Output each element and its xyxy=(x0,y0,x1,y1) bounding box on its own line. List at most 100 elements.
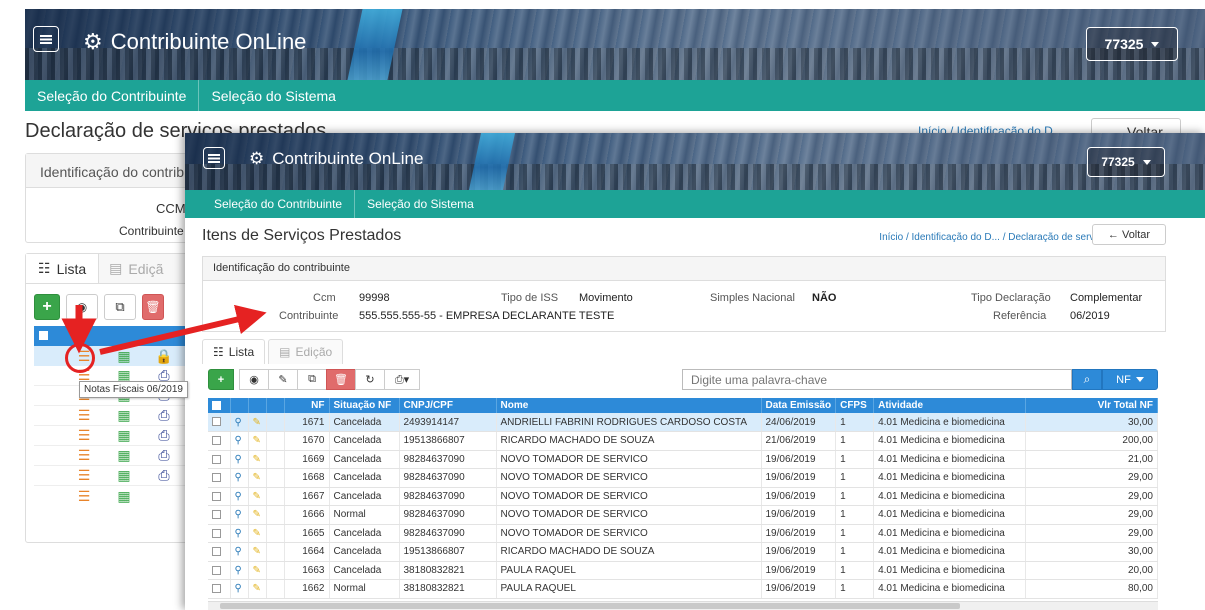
list-icon[interactable]: ☰ xyxy=(64,488,104,505)
col-situacao[interactable]: Situação NF xyxy=(329,398,400,413)
magnifier-icon[interactable]: ⚲ xyxy=(230,542,249,562)
print-button[interactable]: ⎙▾ xyxy=(384,369,420,390)
back-nav-contribuinte[interactable]: Seleção do Contribuinte xyxy=(25,80,200,111)
front-nav-sistema[interactable]: Seleção do Sistema xyxy=(355,190,486,218)
magnifier-icon[interactable]: ⚲ xyxy=(230,505,249,525)
print-icon[interactable]: ⎙ xyxy=(144,447,184,464)
magnifier-icon[interactable]: ⚲ xyxy=(230,561,249,580)
row-checkbox[interactable] xyxy=(208,524,231,543)
front-breadcrumb[interactable]: Início / Identificação do D... / Declara… xyxy=(879,232,1102,243)
table-row[interactable]: ⚲ ✎ 1664 Cancelada 19513866807 RICARDO MACHAD… xyxy=(208,542,1158,562)
simples-value: NÃO xyxy=(812,292,837,304)
back-add-button[interactable]: + xyxy=(34,294,60,320)
col-cfps[interactable]: CFPS xyxy=(835,398,875,413)
search-input[interactable] xyxy=(682,369,1072,390)
horizontal-scrollbar[interactable] xyxy=(208,601,1158,610)
grid-icon[interactable]: ▦ xyxy=(104,407,144,424)
back-tab-lista[interactable]: ☷ Lista xyxy=(26,254,100,283)
list-icon[interactable]: ☰ xyxy=(64,447,104,464)
tab-edicao[interactable]: ▤ Edição xyxy=(268,339,344,364)
nf-dropdown-button[interactable]: NF xyxy=(1102,369,1158,390)
row-checkbox[interactable] xyxy=(208,413,231,432)
col-vlr-total[interactable]: Vlr Total NF xyxy=(1025,398,1158,413)
list-icon[interactable]: ☰ xyxy=(64,407,104,424)
front-voltar-button[interactable]: ← Voltar xyxy=(1092,224,1166,245)
row-checkbox[interactable] xyxy=(208,505,231,525)
back-copy-button[interactable]: ⧉ xyxy=(104,294,136,320)
add-button[interactable]: + xyxy=(208,369,234,390)
magnifier-icon[interactable]: ⚲ xyxy=(230,431,249,451)
pencil-icon[interactable]: ✎ xyxy=(248,524,267,543)
table-row[interactable]: ⚲ ✎ 1663 Cancelada 38180832821 PAULA RAQUEL 19… xyxy=(208,561,1158,580)
search-button[interactable]: ⌕ xyxy=(1072,369,1102,390)
row-checkbox[interactable] xyxy=(208,487,231,506)
col-cnpj[interactable]: CNPJ/CPF xyxy=(399,398,497,413)
front-user-button[interactable]: 77325 xyxy=(1087,147,1165,177)
table-row[interactable]: ⚲ ✎ 1671 Cancelada 2493914147 ANDRIELLI FABRI… xyxy=(208,413,1158,432)
front-nav-contribuinte[interactable]: Seleção do Contribuinte xyxy=(201,190,356,218)
table-row[interactable]: ⚲ ✎ 1668 Cancelada 98284637090 NOVO TOMADOR D… xyxy=(208,468,1158,488)
row-checkbox[interactable] xyxy=(208,561,231,580)
grid-icon[interactable]: ▦ xyxy=(104,467,144,484)
table-row[interactable]: ⚲ ✎ 1666 Normal 98284637090 NOVO TOMADOR DE S… xyxy=(208,505,1158,525)
row-checkbox[interactable] xyxy=(208,579,231,599)
pencil-icon[interactable]: ✎ xyxy=(248,579,267,599)
pencil-icon[interactable]: ✎ xyxy=(248,431,267,451)
cell-cnpj: 38180832821 xyxy=(399,579,497,599)
row-checkbox[interactable] xyxy=(208,431,231,451)
col-nf[interactable]: NF xyxy=(284,398,330,413)
list-icon[interactable]: ☰ xyxy=(64,467,104,484)
magnifier-icon[interactable]: ⚲ xyxy=(230,487,249,506)
cell-cfps: 1 xyxy=(835,579,875,599)
back-menu-button[interactable] xyxy=(33,26,59,52)
delete-button[interactable]: 🗑 xyxy=(326,369,356,390)
magnifier-icon[interactable]: ⚲ xyxy=(230,468,249,488)
select-all-checkbox[interactable] xyxy=(208,398,231,413)
back-nav-sistema[interactable]: Seleção do Sistema xyxy=(199,80,348,111)
row-checkbox[interactable] xyxy=(208,542,231,562)
pencil-icon[interactable]: ✎ xyxy=(248,450,267,469)
magnifier-icon[interactable]: ⚲ xyxy=(230,524,249,543)
back-user-button[interactable]: 77325 xyxy=(1086,27,1178,61)
table-row[interactable]: ⚲ ✎ 1665 Cancelada 98284637090 NOVO TOMADOR D… xyxy=(208,524,1158,543)
list-icon[interactable]: ☰ xyxy=(64,427,104,444)
copy-button[interactable]: ⧉ xyxy=(297,369,327,390)
table-row[interactable]: ⚲ ✎ 1669 Cancelada 98284637090 NOVO TOMADOR D… xyxy=(208,450,1158,469)
row-checkbox[interactable] xyxy=(208,468,231,488)
print-icon[interactable]: ⎙ xyxy=(144,427,184,444)
grid-icon[interactable]: ▦ xyxy=(104,348,144,365)
pencil-icon[interactable]: ✎ xyxy=(248,561,267,580)
magnifier-icon[interactable]: ⚲ xyxy=(230,450,249,469)
cell-atividade: 4.01 Medicina e biomedicina xyxy=(873,468,1027,488)
grid-icon[interactable]: ▦ xyxy=(104,447,144,464)
pencil-icon[interactable]: ✎ xyxy=(248,542,267,562)
print-icon[interactable]: ⎙ xyxy=(144,407,184,424)
row-checkbox[interactable] xyxy=(208,450,231,469)
refresh-button[interactable]: ↻ xyxy=(355,369,385,390)
tab-lista[interactable]: ☷ Lista xyxy=(202,339,266,364)
cell-data: 19/06/2019 xyxy=(761,579,837,599)
table-row[interactable]: ⚲ ✎ 1670 Cancelada 19513866807 RICARDO MACHAD… xyxy=(208,431,1158,451)
col-atividade[interactable]: Atividade xyxy=(873,398,1027,413)
edit-button[interactable]: ✎ xyxy=(268,369,298,390)
pencil-icon[interactable]: ✎ xyxy=(248,505,267,525)
magnifier-icon[interactable]: ⚲ xyxy=(230,413,249,432)
grid-icon[interactable]: ▦ xyxy=(104,488,144,505)
pencil-icon[interactable]: ✎ xyxy=(248,413,267,432)
back-view-button[interactable]: ◉ xyxy=(66,294,98,320)
table-row[interactable]: ⚲ ✎ 1662 Normal 38180832821 PAULA RAQUEL 19/06… xyxy=(208,579,1158,599)
grid-icon[interactable]: ▦ xyxy=(104,427,144,444)
col-nome[interactable]: Nome xyxy=(496,398,762,413)
contrib-label: Contribuinte xyxy=(279,310,339,322)
table-row[interactable]: ⚲ ✎ 1667 Cancelada 98284637090 NOVO TOMADOR D… xyxy=(208,487,1158,506)
view-button[interactable]: ◉ xyxy=(239,369,269,390)
front-menu-button[interactable] xyxy=(203,147,225,169)
copy-icon: ⧉ xyxy=(308,373,316,385)
pencil-icon[interactable]: ✎ xyxy=(248,487,267,506)
col-data[interactable]: Data Emissão xyxy=(761,398,837,413)
back-tab-edicao[interactable]: ▤ Ediçã xyxy=(99,254,173,283)
back-delete-button[interactable]: 🗑 xyxy=(142,294,164,320)
print-icon[interactable]: ⎙ xyxy=(144,467,184,484)
pencil-icon[interactable]: ✎ xyxy=(248,468,267,488)
magnifier-icon[interactable]: ⚲ xyxy=(230,579,249,599)
